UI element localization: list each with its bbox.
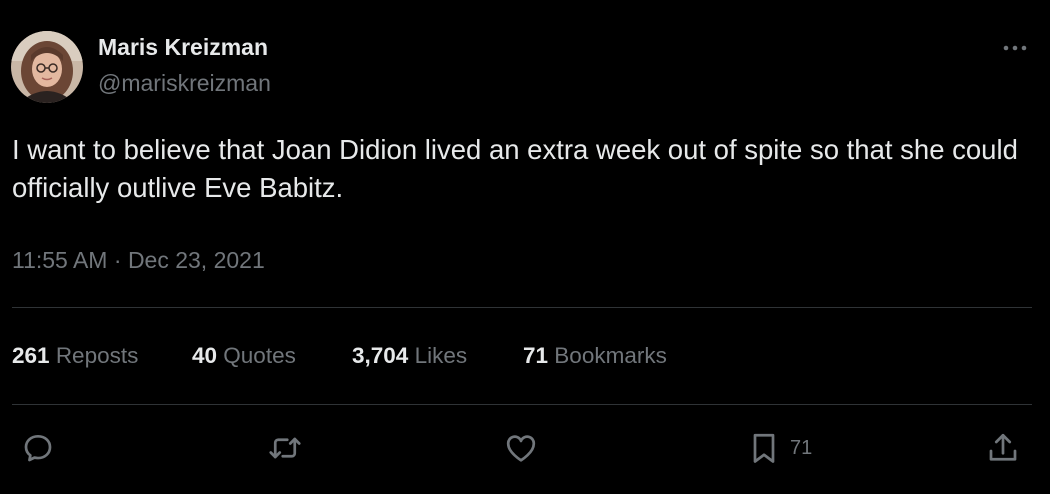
stat-value: 3,704	[352, 343, 409, 368]
stat-reposts[interactable]: 261 Reposts	[12, 343, 138, 369]
tweet-date[interactable]: Dec 23, 2021	[128, 247, 265, 273]
stat-likes[interactable]: 3,704 Likes	[352, 343, 467, 369]
share-icon	[989, 433, 1017, 461]
share-button[interactable]	[985, 430, 1021, 466]
stat-value: 71	[523, 343, 549, 368]
stat-label: Bookmarks	[554, 343, 667, 368]
tweet-text: I want to believe that Joan Didion lived…	[12, 134, 1018, 203]
more-icon	[1003, 45, 1027, 51]
more-options-button[interactable]	[996, 34, 1034, 62]
reply-button[interactable]	[20, 430, 56, 466]
avatar-photo	[11, 31, 83, 103]
author-handle[interactable]: @mariskreizman	[98, 70, 271, 97]
avatar[interactable]	[11, 31, 83, 103]
tweet: Maris Kreizman @mariskreizman I want to …	[0, 0, 1050, 494]
divider	[12, 404, 1032, 405]
stat-value: 261	[12, 343, 50, 368]
timestamp-separator: ·	[113, 247, 122, 273]
bookmark-count: 71	[790, 436, 813, 459]
timestamp: 11:55 AM · Dec 23, 2021	[12, 247, 265, 274]
repost-icon	[269, 437, 301, 459]
stat-bookmarks[interactable]: 71 Bookmarks	[523, 343, 667, 369]
stat-quotes[interactable]: 40 Quotes	[192, 343, 296, 369]
repost-button[interactable]	[267, 430, 303, 466]
tweet-time[interactable]: 11:55 AM	[12, 247, 107, 273]
stat-value: 40	[192, 343, 218, 368]
divider	[12, 307, 1032, 308]
stat-label: Reposts	[55, 343, 139, 368]
stat-label: Likes	[414, 343, 468, 368]
stat-label: Quotes	[223, 343, 296, 368]
author-name[interactable]: Maris Kreizman	[98, 34, 268, 61]
bookmark-button[interactable]: 71	[746, 430, 812, 466]
reply-icon	[24, 434, 52, 462]
like-button[interactable]	[503, 430, 539, 466]
bookmark-icon	[753, 433, 775, 463]
heart-icon	[506, 435, 536, 462]
